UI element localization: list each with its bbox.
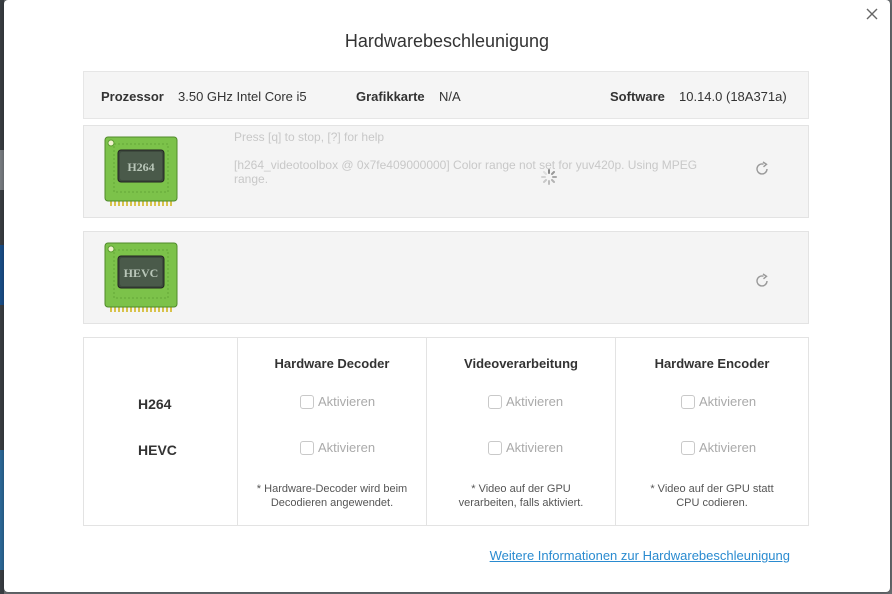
processing-note: * Video auf der GPU verarbeiten, falls a… bbox=[458, 483, 584, 509]
checkbox-label: Aktivieren bbox=[318, 394, 376, 409]
hardware-acceleration-dialog: Hardwarebeschleunigung Prozessor 3.50 GH… bbox=[4, 0, 890, 592]
hevc-decoder-checkbox[interactable]: Aktivieren bbox=[300, 440, 375, 455]
close-button[interactable] bbox=[864, 6, 880, 22]
column-header-processing: Videoverarbeitung bbox=[464, 356, 578, 371]
log-line: range. bbox=[234, 172, 269, 186]
processor-label: Prozessor bbox=[101, 89, 164, 104]
checkbox-label: Aktivieren bbox=[699, 440, 757, 455]
chip-icon: H264 bbox=[104, 136, 178, 208]
more-info-link[interactable]: Weitere Informationen zur Hardwarebeschl… bbox=[490, 548, 790, 563]
checkbox-box[interactable] bbox=[681, 394, 695, 409]
row-label-h264: H264 bbox=[138, 396, 172, 412]
software-value: 10.14.0 (18A371a) bbox=[679, 89, 787, 104]
refresh-icon bbox=[756, 161, 768, 175]
svg-text:H264: H264 bbox=[127, 160, 154, 174]
close-icon bbox=[866, 8, 878, 20]
processor-value: 3.50 GHz Intel Core i5 bbox=[178, 89, 307, 104]
checkbox-box[interactable] bbox=[300, 440, 314, 455]
graphics-value: N/A bbox=[439, 89, 461, 104]
row-label-hevc: HEVC bbox=[138, 442, 177, 458]
acceleration-settings-table: Hardware Decoder Videoverarbeitung Hardw… bbox=[83, 337, 809, 526]
software-label: Software bbox=[610, 89, 665, 104]
chip-icon: HEVC bbox=[104, 242, 178, 314]
codec-card-hevc: HEVC bbox=[83, 231, 809, 324]
log-line: Press [q] to stop, [?] for help bbox=[234, 130, 385, 144]
checkbox-box[interactable] bbox=[488, 440, 502, 455]
codec-card-h264: H264 Press [q] to stop, [?] for help [h2… bbox=[83, 125, 809, 218]
checkbox-box[interactable] bbox=[300, 394, 314, 409]
checkbox-box[interactable] bbox=[681, 440, 695, 455]
checkbox-box[interactable] bbox=[488, 394, 502, 409]
loading-spinner-icon bbox=[540, 168, 558, 186]
hevc-processing-checkbox[interactable]: Aktivieren bbox=[488, 440, 563, 455]
column-header-encoder: Hardware Encoder bbox=[654, 356, 770, 371]
h264-processing-checkbox[interactable]: Aktivieren bbox=[488, 394, 563, 409]
refresh-button[interactable] bbox=[754, 273, 770, 289]
hevc-encoder-checkbox[interactable]: Aktivieren bbox=[681, 440, 756, 455]
graphics-label: Grafikkarte bbox=[356, 89, 425, 104]
h264-decoder-checkbox[interactable]: Aktivieren bbox=[300, 394, 375, 409]
encoder-note: * Video auf der GPU statt CPU codieren. bbox=[650, 483, 774, 509]
dialog-title: Hardwarebeschleunigung bbox=[344, 31, 550, 51]
refresh-icon bbox=[756, 273, 768, 287]
checkbox-label: Aktivieren bbox=[699, 394, 757, 409]
svg-text:HEVC: HEVC bbox=[124, 266, 159, 280]
system-info-bar: Prozessor 3.50 GHz Intel Core i5 Grafikk… bbox=[83, 71, 809, 119]
checkbox-label: Aktivieren bbox=[506, 440, 564, 455]
checkbox-label: Aktivieren bbox=[506, 394, 564, 409]
log-line: [h264_videotoolbox @ 0x7fe409000000] Col… bbox=[234, 158, 698, 172]
refresh-button[interactable] bbox=[754, 161, 770, 177]
column-header-decoder: Hardware Decoder bbox=[274, 356, 390, 371]
decoder-note: * Hardware-Decoder wird beim Decodieren … bbox=[256, 483, 408, 509]
checkbox-label: Aktivieren bbox=[318, 440, 376, 455]
h264-encoder-checkbox[interactable]: Aktivieren bbox=[681, 394, 756, 409]
